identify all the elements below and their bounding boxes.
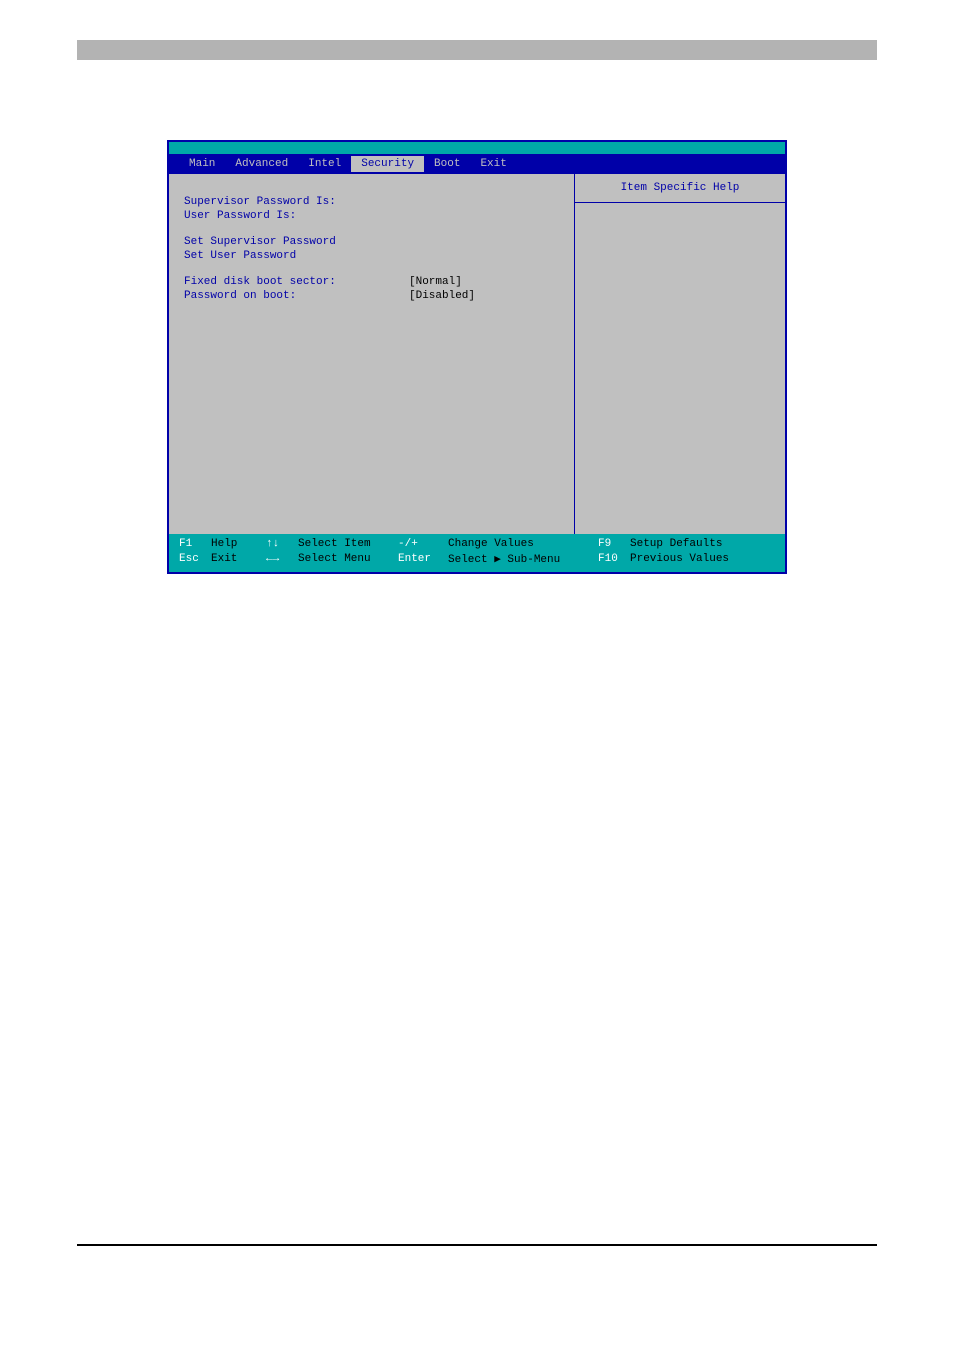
- bottom-divider: [77, 1244, 877, 1246]
- password-boot-value: [Disabled]: [409, 290, 475, 302]
- set-user-label: Set User Password: [184, 250, 409, 262]
- content-area: Supervisor Password Is: User Password Is…: [169, 174, 785, 534]
- set-supervisor-label: Set Supervisor Password: [184, 236, 409, 248]
- fixed-disk-boot-sector[interactable]: Fixed disk boot sector: [Normal]: [184, 276, 559, 288]
- footer-bar: F1 Help ↑↓ Select Item -/+ Change Values…: [169, 534, 785, 572]
- menu-advanced[interactable]: Advanced: [225, 156, 298, 172]
- menu-bar: Main Advanced Intel Security Boot Exit: [169, 154, 785, 174]
- key-leftright: ←→: [266, 553, 298, 565]
- bios-window: Main Advanced Intel Security Boot Exit S…: [167, 140, 787, 574]
- action-select-menu: Select Menu: [298, 553, 398, 565]
- set-supervisor-password[interactable]: Set Supervisor Password: [184, 236, 559, 248]
- user-pw-label: User Password Is:: [184, 210, 409, 222]
- action-exit: Exit: [211, 553, 266, 565]
- fixed-disk-value: [Normal]: [409, 276, 462, 288]
- supervisor-pw-label: Supervisor Password Is:: [184, 196, 409, 208]
- fixed-disk-label: Fixed disk boot sector:: [184, 276, 409, 288]
- footer-row-2: Esc Exit ←→ Select Menu Enter Select ▶ S…: [179, 552, 775, 566]
- password-boot-label: Password on boot:: [184, 290, 409, 302]
- footer-row-1: F1 Help ↑↓ Select Item -/+ Change Values…: [179, 538, 775, 550]
- menu-exit[interactable]: Exit: [470, 156, 516, 172]
- menu-security[interactable]: Security: [351, 156, 424, 172]
- menu-boot[interactable]: Boot: [424, 156, 470, 172]
- user-password-status: User Password Is:: [184, 210, 559, 222]
- title-bar: [169, 142, 785, 154]
- menu-main[interactable]: Main: [179, 156, 225, 172]
- main-panel: Supervisor Password Is: User Password Is…: [169, 174, 575, 534]
- supervisor-password-status: Supervisor Password Is:: [184, 196, 559, 208]
- help-title: Item Specific Help: [575, 174, 785, 203]
- menu-intel[interactable]: Intel: [298, 156, 351, 172]
- key-f10: F10: [598, 553, 630, 565]
- key-updown: ↑↓: [266, 538, 298, 550]
- key-f9: F9: [598, 538, 630, 550]
- header-gray-bar: [77, 40, 877, 60]
- action-setup-defaults: Setup Defaults: [630, 538, 722, 550]
- key-esc: Esc: [179, 553, 211, 565]
- action-select-submenu: Select ▶ Sub-Menu: [448, 552, 598, 566]
- help-content: [575, 203, 785, 534]
- password-on-boot[interactable]: Password on boot: [Disabled]: [184, 290, 559, 302]
- key-f1: F1: [179, 538, 211, 550]
- key-enter: Enter: [398, 553, 448, 565]
- help-panel: Item Specific Help: [575, 174, 785, 534]
- set-user-password[interactable]: Set User Password: [184, 250, 559, 262]
- action-help: Help: [211, 538, 266, 550]
- action-previous-values: Previous Values: [630, 553, 729, 565]
- key-plusminus: -/+: [398, 538, 448, 550]
- action-select-item: Select Item: [298, 538, 398, 550]
- action-change-values: Change Values: [448, 538, 598, 550]
